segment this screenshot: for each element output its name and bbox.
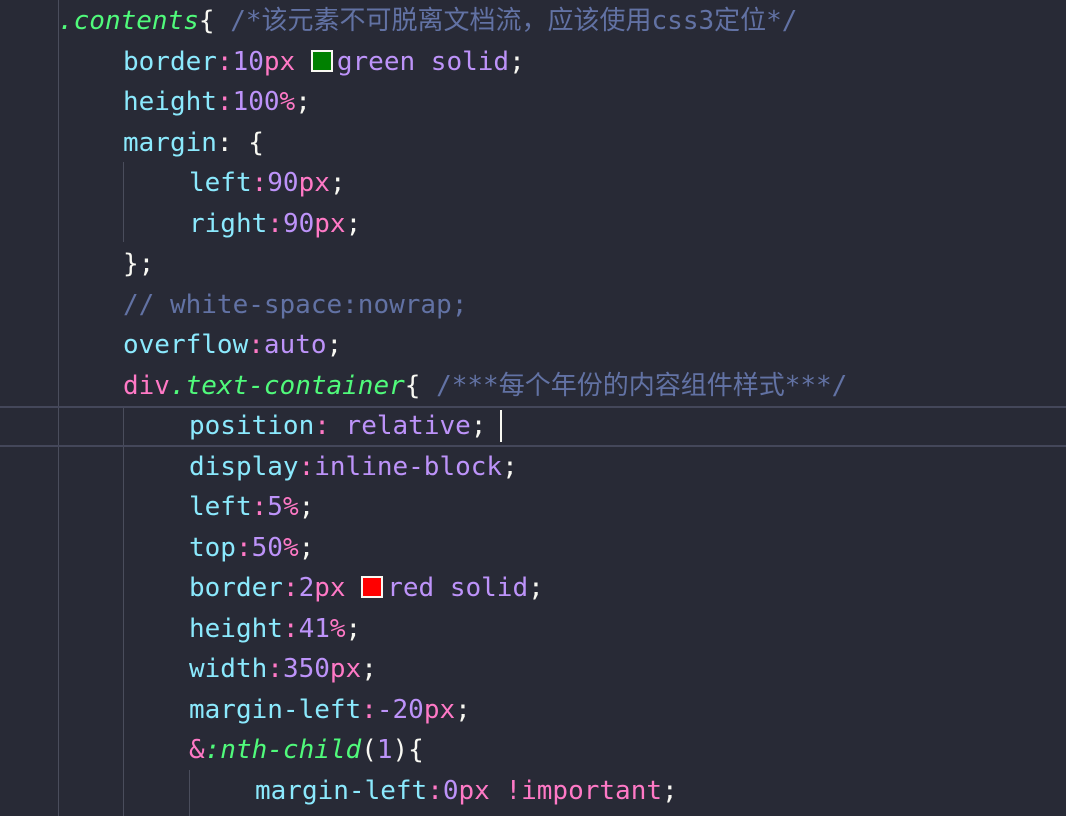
css-property: margin-left [189, 695, 362, 725]
code-comment: // white-space:nowrap; [123, 290, 468, 320]
css-number: 100 [232, 87, 280, 117]
css-unit: px [298, 168, 330, 198]
css-value: auto [263, 330, 327, 360]
css-number: -20 [376, 695, 424, 725]
color-swatch-icon[interactable] [361, 576, 384, 598]
css-unit: % [329, 614, 346, 644]
css-property: display [189, 452, 299, 482]
code-line[interactable]: overflow:auto; [123, 325, 1066, 366]
code-line[interactable]: top:50%; [189, 528, 1066, 569]
text-cursor [500, 410, 502, 442]
css-number: 90 [267, 168, 299, 198]
code-line[interactable]: left:90px; [189, 163, 1066, 204]
css-number: 90 [282, 209, 315, 239]
code-line[interactable]: // white-space:nowrap; [123, 285, 1066, 326]
css-unit: px [329, 654, 362, 684]
css-unit: % [282, 533, 299, 563]
css-number: 41 [298, 614, 330, 644]
css-number: 50 [251, 533, 283, 563]
code-line[interactable]: height:41%; [189, 609, 1066, 650]
code-line[interactable]: }; [123, 244, 1066, 285]
css-property: position [189, 411, 315, 441]
code-line[interactable]: margin-left:-20px; [189, 690, 1066, 731]
code-line[interactable]: margin-left:0px !important; [255, 771, 1066, 812]
code-line[interactable]: border:2px red solid; [189, 568, 1066, 609]
css-selector: .contents [58, 6, 199, 36]
code-line[interactable]: div.text-container{ /***每个年份的内容组件样式***/ [123, 366, 1066, 407]
code-comment: /***每个年份的内容组件样式***/ [436, 371, 848, 401]
indent-guide [189, 770, 190, 816]
css-property: height [123, 87, 217, 117]
css-property: right [189, 209, 268, 239]
css-pseudo: :nth-child [204, 735, 362, 765]
css-tag: div [123, 371, 170, 401]
css-unit: px [263, 47, 296, 77]
code-line[interactable]: right:90px; [189, 204, 1066, 245]
css-selector: .text-container [169, 371, 405, 401]
code-line[interactable]: .contents{ /*该元素不可脱离文档流，应该使用css3定位*/ [58, 1, 1066, 42]
css-property: border [189, 573, 283, 603]
css-number: 0 [442, 776, 459, 806]
css-value: green [336, 47, 416, 77]
css-unit: px [314, 209, 346, 239]
css-value: inline-block [314, 452, 503, 482]
css-value: red [387, 573, 435, 603]
parent-ref: & [189, 735, 205, 765]
css-property: top [189, 533, 236, 563]
css-number: 2 [298, 573, 315, 603]
css-number: 350 [282, 654, 330, 684]
css-unit: px [423, 695, 456, 725]
code-line[interactable]: margin: { [123, 123, 1066, 164]
css-number: 5 [267, 492, 283, 522]
css-value: relative [345, 411, 471, 441]
code-line[interactable]: display:inline-block; [189, 447, 1066, 488]
css-property: width [189, 654, 268, 684]
code-line[interactable]: &:nth-child(1){ [189, 730, 1066, 771]
code-line[interactable]: width:350px; [189, 649, 1066, 690]
css-number: 1 [376, 735, 393, 765]
css-property: border [123, 47, 217, 77]
color-swatch-icon[interactable] [310, 50, 333, 72]
css-unit: px [314, 573, 346, 603]
css-number: 10 [232, 47, 264, 77]
css-property: margin-left [255, 776, 428, 806]
css-property: left [189, 168, 252, 198]
css-property: overflow [123, 330, 249, 360]
css-property: margin [123, 128, 217, 158]
css-property: left [189, 492, 252, 522]
code-line[interactable]: border:10px green solid; [123, 42, 1066, 83]
code-editor[interactable]: .contents{ /*该元素不可脱离文档流，应该使用css3定位*/ bor… [0, 0, 1066, 816]
code-line[interactable]: position: relative; [189, 406, 1066, 447]
open-brace: { [248, 128, 264, 158]
css-unit: % [279, 87, 296, 117]
css-property: height [189, 614, 283, 644]
code-line[interactable]: left:5%; [189, 487, 1066, 528]
css-value: solid [430, 47, 510, 77]
css-unit: % [282, 492, 299, 522]
open-brace: { [404, 371, 421, 401]
open-brace: { [198, 6, 215, 36]
css-value: solid [449, 573, 529, 603]
indent-guide [123, 162, 124, 242]
code-comment: /*该元素不可脱离文档流，应该使用css3定位*/ [230, 6, 798, 36]
code-line[interactable]: height:100%; [123, 82, 1066, 123]
close-brace: }; [123, 249, 155, 279]
indent-guide [123, 406, 124, 816]
css-unit: px [458, 776, 490, 806]
css-important: !important [505, 776, 663, 806]
